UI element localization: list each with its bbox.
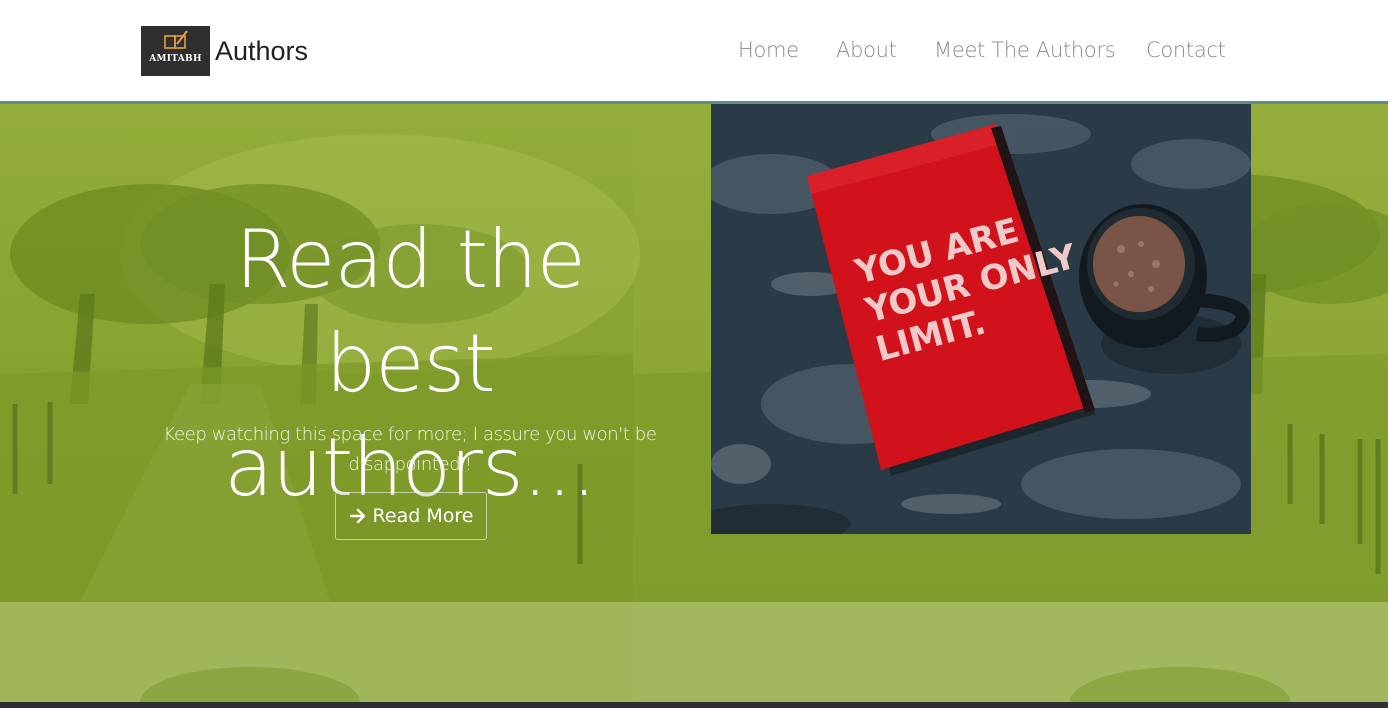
notebook-coffee-photo: YOU ARE YOUR ONLY LIMIT.: [711, 104, 1251, 534]
read-more-button[interactable]: Read More: [335, 492, 487, 540]
nav-link-home[interactable]: Home: [738, 38, 799, 62]
hero-subtitle: Keep watching this space for more; I ass…: [163, 424, 657, 475]
arrow-right-icon: [349, 508, 365, 524]
nav-link-contact[interactable]: Contact: [1146, 38, 1226, 62]
landscape-preview-background: [140, 602, 1388, 702]
footer-bar: [0, 702, 1388, 708]
top-navbar: AMITABH Authors Home About Meet The Auth…: [0, 0, 1388, 104]
main-nav: Home About Meet The Authors Contact: [0, 38, 1388, 68]
nav-link-about[interactable]: About: [836, 38, 897, 62]
next-section-preview: [0, 602, 1388, 702]
hero-image: YOU ARE YOUR ONLY LIMIT.: [711, 104, 1251, 534]
hero-title-line-1: Read the best: [235, 213, 586, 410]
read-more-label: Read More: [372, 505, 474, 527]
nav-link-meet-the-authors[interactable]: Meet The Authors: [934, 38, 1116, 62]
